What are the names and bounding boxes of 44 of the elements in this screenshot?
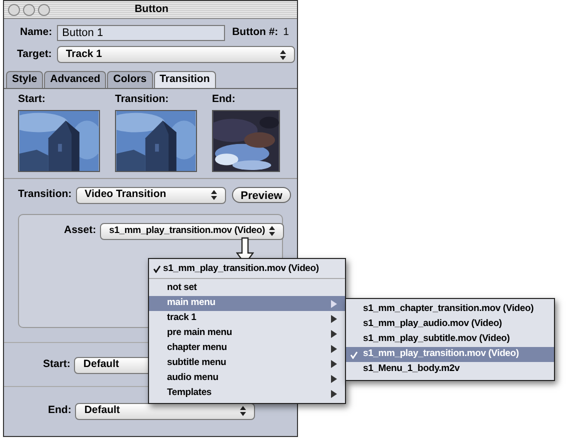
menu-item[interactable]: s1_mm_play_transition.mov (Video) (346, 347, 554, 362)
window-control-icon[interactable] (8, 4, 20, 16)
name-field[interactable]: Button 1 (57, 25, 226, 41)
tab[interactable]: Colors (107, 71, 153, 88)
stepper-arrows-icon (268, 226, 275, 236)
tab[interactable]: Transition (154, 71, 216, 88)
field-label: Target: (17, 46, 52, 62)
target-popup[interactable]: Track 1 (56, 46, 295, 63)
stepper-arrows-icon (280, 50, 286, 60)
field-label: Transition: (18, 187, 72, 202)
checkmark-icon (350, 350, 358, 358)
menu-item[interactable]: s1_mm_play_transition.mov (Video) (149, 261, 319, 277)
field-label: Name: (20, 25, 52, 40)
transition-popup[interactable]: Video Transition (76, 186, 226, 204)
field-label: Start: (43, 357, 70, 372)
thumbnail-label: End: (212, 92, 236, 107)
menu-item[interactable]: s1_mm_play_audio.mov (Video) (346, 317, 554, 332)
menu-item[interactable]: s1_mm_play_subtitle.mov (Video) (346, 332, 554, 347)
thumbnail-label: Transition: (115, 92, 170, 107)
thumbnail-label: Start: (18, 92, 46, 107)
field-label: Button #: (232, 25, 278, 40)
stepper-arrows-icon (240, 406, 246, 416)
menu-item[interactable]: pre main menu (149, 326, 345, 341)
button-number: 1 (283, 25, 289, 40)
menu-item[interactable]: Templates (149, 386, 345, 401)
menu-item[interactable]: main menu (149, 296, 345, 311)
menu-item[interactable]: s1_mm_chapter_transition.mov (Video) (346, 302, 554, 317)
window-control-icon[interactable] (38, 4, 50, 16)
menu-item[interactable]: track 1 (149, 311, 345, 326)
field-label: Asset: (64, 223, 96, 238)
stepper-arrows-icon (210, 190, 217, 200)
window-control-icon[interactable] (23, 4, 35, 16)
field-label: End: (48, 403, 72, 418)
tab[interactable]: Advanced (44, 71, 106, 88)
menu-item[interactable]: subtitle menu (149, 356, 345, 371)
menu-item[interactable]: chapter menu (149, 341, 345, 356)
window-title: Button (134, 2, 170, 17)
asset-popup[interactable]: s1_mm_play_transition.mov (Video) (100, 222, 284, 240)
menu-item[interactable]: audio menu (149, 371, 345, 386)
end-popup[interactable]: Default (75, 402, 256, 420)
menu-item[interactable]: not set (149, 281, 345, 296)
tab[interactable]: Style (6, 71, 44, 88)
menu-item[interactable]: s1_Menu_1_body.m2v (346, 362, 554, 377)
preview-button[interactable]: Preview (232, 187, 292, 204)
